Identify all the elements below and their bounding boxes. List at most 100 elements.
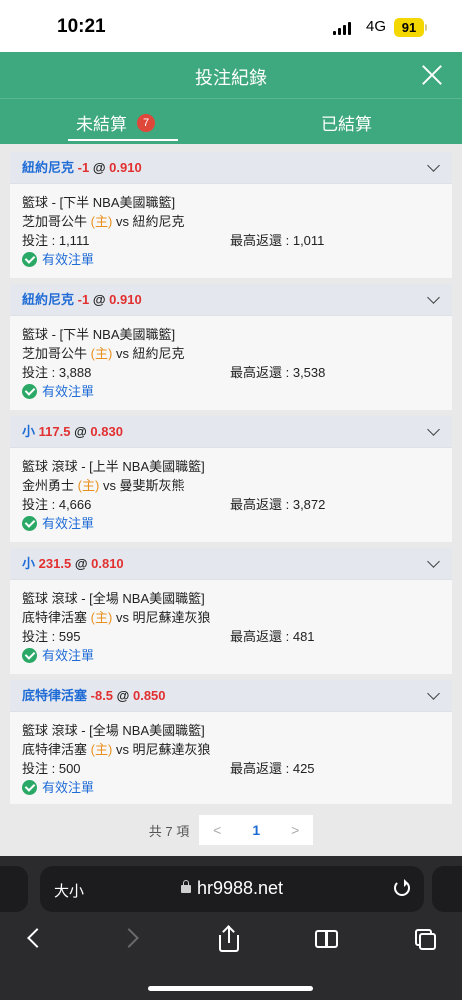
chevron-down-icon[interactable] [427, 687, 440, 700]
chevron-down-icon[interactable] [427, 159, 440, 172]
away-team: vs 明尼蘇達灰狼 [115, 610, 211, 625]
bet-status: 有效注單 [22, 514, 440, 533]
check-circle-icon [22, 780, 37, 795]
at-sign: @ [74, 424, 87, 439]
next-page-button[interactable]: > [277, 822, 313, 838]
share-icon[interactable] [217, 925, 243, 952]
bet-match: 芝加哥公牛 (主) vs 紐約尼克 [22, 344, 440, 363]
bet-status: 有效注單 [22, 778, 440, 797]
bet-stake: 投注 : 1,111 [22, 233, 90, 248]
bet-selection: 紐約尼克 [22, 160, 75, 175]
modal-header: 投注紀錄 [0, 52, 462, 98]
bet-card-header[interactable]: 紐約尼克 -1 @ 0.910 [10, 152, 452, 183]
tabs-icon[interactable] [412, 926, 438, 952]
close-icon[interactable] [420, 63, 444, 87]
bet-card-header[interactable]: 小 231.5 @ 0.810 [10, 548, 452, 579]
bet-card: 紐約尼克 -1 @ 0.910 籃球 - [下半 NBA美國職籃] 芝加哥公牛 … [10, 284, 452, 410]
bet-league: 籃球 - [下半 NBA美國職籃] [22, 327, 176, 342]
reload-icon[interactable] [394, 879, 410, 896]
bet-stake: 投注 : 3,888 [22, 365, 92, 380]
bet-stake: 投注 : 595 [22, 629, 81, 644]
bet-handicap: -8.5 [90, 688, 114, 703]
bet-handicap: -1 [77, 160, 90, 175]
signal-icon [333, 22, 351, 35]
home-indicator [148, 986, 313, 991]
back-icon[interactable] [24, 926, 50, 952]
bet-selection: 小 [22, 556, 36, 571]
bookmarks-icon[interactable] [314, 926, 340, 952]
bet-match: 芝加哥公牛 (主) vs 紐約尼克 [22, 212, 440, 231]
at-sign: @ [74, 556, 88, 571]
bet-selection: 紐約尼克 [22, 292, 75, 307]
bet-card: 小 231.5 @ 0.810 籃球 滾球 - [全場 NBA美國職籃] 底特律… [10, 548, 452, 674]
away-team: vs 紐約尼克 [115, 346, 185, 361]
url-display[interactable]: hr9988.net [40, 878, 424, 899]
total-count: 共 7 項 [148, 823, 190, 839]
url-text: hr9988.net [196, 878, 284, 898]
prev-page-button[interactable]: < [199, 822, 235, 838]
address-bar[interactable]: 大小 hr9988.net [40, 866, 424, 912]
tab-bar: 未結算 7 已結算 [0, 98, 462, 144]
browser-chrome: 大小 hr9988.net [0, 856, 462, 1000]
bet-league: 籃球 滾球 - [全場 NBA美國職籃] [22, 723, 205, 738]
away-team: vs 紐約尼克 [115, 214, 185, 229]
bet-card-body: 籃球 滾球 - [全場 NBA美國職籃] 底特律活塞 (主) vs 明尼蘇達灰狼… [10, 711, 452, 804]
bet-status-label: 有效注單 [42, 780, 95, 795]
forward-icon[interactable] [120, 926, 146, 952]
pager-controls: < 1 > [199, 815, 314, 845]
page-title: 投注紀錄 [195, 68, 267, 88]
bet-league: 籃球 - [下半 NBA美國職籃] [22, 195, 176, 210]
at-sign: @ [116, 688, 130, 703]
bet-match: 底特律活塞 (主) vs 明尼蘇達灰狼 [22, 608, 440, 627]
bet-handicap: 117.5 [38, 424, 71, 439]
bet-status: 有效注單 [22, 646, 440, 665]
check-circle-icon [22, 252, 37, 267]
home-team: 芝加哥公牛 [22, 214, 88, 229]
lock-icon [180, 880, 191, 893]
pagination: 共 7 項 < 1 > [0, 812, 462, 848]
away-team: vs 曼斐斯灰熊 [102, 478, 185, 493]
home-team: 底特律活塞 [22, 610, 88, 625]
bet-card-body: 籃球 滾球 - [上半 NBA美國職籃] 金州勇士 (主) vs 曼斐斯灰熊 投… [10, 447, 452, 542]
bet-match: 金州勇士 (主) vs 曼斐斯灰熊 [22, 476, 440, 495]
bet-status-label: 有效注單 [42, 648, 95, 663]
home-marker: (主) [90, 742, 113, 757]
tab-unsettled[interactable]: 未結算 7 [0, 99, 231, 144]
bet-payout: 最高返還 : 3,538 [230, 365, 326, 380]
next-tab-preview[interactable] [432, 866, 462, 912]
bet-card-header[interactable]: 紐約尼克 -1 @ 0.910 [10, 284, 452, 315]
tab-settled[interactable]: 已結算 [231, 99, 462, 144]
home-team: 芝加哥公牛 [22, 346, 88, 361]
bet-league: 籃球 滾球 - [全場 NBA美國職籃] [22, 591, 205, 606]
chevron-down-icon[interactable] [427, 555, 440, 568]
bet-handicap: -1 [77, 292, 90, 307]
battery-icon: 91 [394, 18, 424, 37]
home-marker: (主) [90, 214, 113, 229]
bet-card-body: 籃球 - [下半 NBA美國職籃] 芝加哥公牛 (主) vs 紐約尼克 投注 :… [10, 183, 452, 278]
status-time: 10:21 [57, 16, 106, 37]
count-badge: 7 [137, 113, 155, 132]
home-marker: (主) [77, 478, 100, 493]
active-tab-underline [68, 139, 178, 141]
chevron-down-icon[interactable] [427, 423, 440, 436]
bet-amounts: 投注 : 500 最高返還 : 425 [22, 759, 440, 778]
bet-card: 小 117.5 @ 0.830 籃球 滾球 - [上半 NBA美國職籃] 金州勇… [10, 416, 452, 542]
bet-stake: 投注 : 500 [22, 761, 81, 776]
bet-odds: 0.850 [132, 688, 166, 703]
bet-match: 底特律活塞 (主) vs 明尼蘇達灰狼 [22, 740, 440, 759]
away-team: vs 明尼蘇達灰狼 [115, 742, 211, 757]
bet-stake: 投注 : 4,666 [22, 497, 92, 512]
chevron-down-icon[interactable] [427, 291, 440, 304]
bet-status-label: 有效注單 [42, 384, 95, 399]
bet-odds: 0.910 [109, 292, 142, 307]
bet-card-body: 籃球 滾球 - [全場 NBA美國職籃] 底特律活塞 (主) vs 明尼蘇達灰狼… [10, 579, 452, 674]
current-page[interactable]: 1 [235, 822, 277, 838]
check-circle-icon [22, 516, 37, 531]
bet-status: 有效注單 [22, 382, 440, 401]
previous-tab-preview[interactable] [0, 866, 28, 912]
bet-card-header[interactable]: 小 117.5 @ 0.830 [10, 416, 452, 447]
bet-list: 紐約尼克 -1 @ 0.910 籃球 - [下半 NBA美國職籃] 芝加哥公牛 … [0, 152, 462, 804]
home-team: 底特律活塞 [22, 742, 88, 757]
bet-card-header[interactable]: 底特律活塞 -8.5 @ 0.850 [10, 680, 452, 711]
bet-card: 紐約尼克 -1 @ 0.910 籃球 - [下半 NBA美國職籃] 芝加哥公牛 … [10, 152, 452, 278]
